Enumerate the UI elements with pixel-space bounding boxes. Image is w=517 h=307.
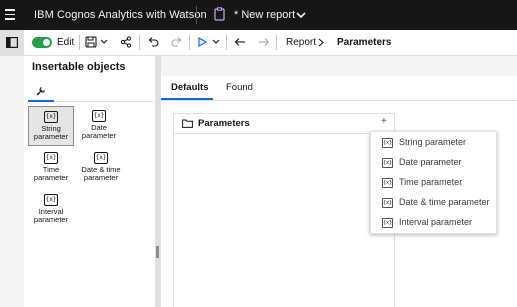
run-icon[interactable]	[196, 36, 208, 48]
menu-item-time-parameter[interactable]: {x} Time parameter	[371, 173, 496, 193]
interval-parameter-object[interactable]: {x} Interval parameter	[28, 190, 74, 230]
chevron-right-icon	[318, 38, 324, 47]
panel-title: Insertable objects	[32, 61, 126, 73]
menu-item-label: Date parameter	[399, 157, 462, 167]
report-title[interactable]: * New report	[234, 9, 295, 21]
chevron-down-icon[interactable]	[100, 39, 108, 45]
parameter-icon: {x}	[44, 111, 58, 123]
time-parameter-object[interactable]: {x} Time parameter	[28, 148, 74, 188]
object-label: Time parameter	[33, 165, 69, 182]
chevron-down-icon[interactable]	[295, 9, 307, 21]
folder-icon	[182, 119, 193, 128]
menu-item-date-time-parameter[interactable]: {x} Date & time parameter	[371, 193, 496, 213]
menu-item-interval-parameter[interactable]: {x} Interval parameter	[371, 213, 496, 233]
parameters-header: Parameters +	[174, 114, 394, 134]
save-icon[interactable]	[85, 36, 97, 48]
clipboard-icon	[214, 7, 225, 21]
divider	[226, 35, 227, 50]
add-parameter-button[interactable]: +	[381, 116, 387, 127]
parameter-icon: {x}	[44, 152, 58, 164]
parameter-icon: {x}	[44, 194, 58, 206]
redo-icon[interactable]	[171, 36, 183, 48]
hamburger-menu-icon[interactable]	[5, 9, 15, 21]
parameter-icon: {x}	[382, 138, 393, 148]
parameters-panel: Parameters +	[173, 113, 395, 307]
chevron-down-icon[interactable]	[212, 39, 220, 45]
app-title: IBM Cognos Analytics with Watson	[34, 9, 207, 21]
divider	[276, 35, 277, 50]
undo-icon[interactable]	[147, 36, 159, 48]
menu-item-date-parameter[interactable]: {x} Date parameter	[371, 153, 496, 173]
top-bar: IBM Cognos Analytics with Watson * New r…	[0, 0, 517, 30]
wrench-icon	[36, 86, 46, 96]
edit-label: Edit	[57, 37, 75, 48]
object-label: Date parameter	[81, 123, 117, 140]
menu-item-label: String parameter	[399, 137, 467, 147]
left-gutter	[0, 56, 24, 307]
menu-item-label: Time parameter	[399, 177, 463, 187]
tab-bar: Defaults Found	[161, 76, 517, 101]
parameters-title: Parameters	[198, 118, 250, 129]
divider	[54, 101, 154, 102]
add-parameter-menu: {x} String parameter {x} Date parameter …	[370, 131, 497, 234]
tab-defaults[interactable]: Defaults	[171, 82, 208, 93]
menu-item-label: Date & time parameter	[399, 197, 490, 207]
parameter-icon: {x}	[92, 110, 106, 122]
active-tab-indicator	[161, 98, 213, 100]
back-arrow-icon[interactable]	[234, 36, 246, 48]
splitter-grip-icon[interactable]	[156, 246, 159, 258]
edit-mode-toggle[interactable]	[32, 37, 52, 48]
breadcrumb-parameters: Parameters	[337, 37, 392, 48]
divider	[196, 6, 197, 24]
toggle-knob	[43, 39, 50, 46]
toolbox-tab[interactable]	[28, 82, 54, 102]
menu-item-label: Interval parameter	[399, 217, 473, 227]
menu-item-string-parameter[interactable]: {x} String parameter	[371, 133, 496, 153]
tab-found[interactable]: Found	[226, 82, 253, 93]
parameter-icon: {x}	[382, 198, 393, 208]
object-label: Date & time parameter	[81, 165, 121, 182]
share-icon[interactable]	[120, 36, 132, 48]
date-parameter-object[interactable]: {x} Date parameter	[76, 106, 122, 146]
side-panel-icon	[6, 37, 18, 48]
forward-arrow-icon[interactable]	[258, 36, 270, 48]
toolbar: Edit Report Parameters	[0, 30, 517, 56]
parameter-icon: {x}	[382, 158, 393, 168]
insertable-objects-panel: Insertable objects {x} String parameter …	[24, 56, 155, 307]
divider	[139, 35, 140, 50]
divider	[79, 35, 80, 50]
string-parameter-object[interactable]: {x} String parameter	[28, 106, 74, 146]
object-label: Interval parameter	[33, 207, 69, 224]
date-time-parameter-object[interactable]: {x} Date & time parameter	[76, 148, 126, 188]
object-label: String parameter	[33, 124, 69, 141]
breadcrumb-report[interactable]: Report	[286, 37, 316, 48]
divider	[189, 35, 190, 50]
parameter-icon: {x}	[94, 152, 108, 164]
panel-toggle-button[interactable]	[0, 30, 24, 55]
parameter-icon: {x}	[382, 218, 393, 228]
parameter-icon: {x}	[382, 178, 393, 188]
